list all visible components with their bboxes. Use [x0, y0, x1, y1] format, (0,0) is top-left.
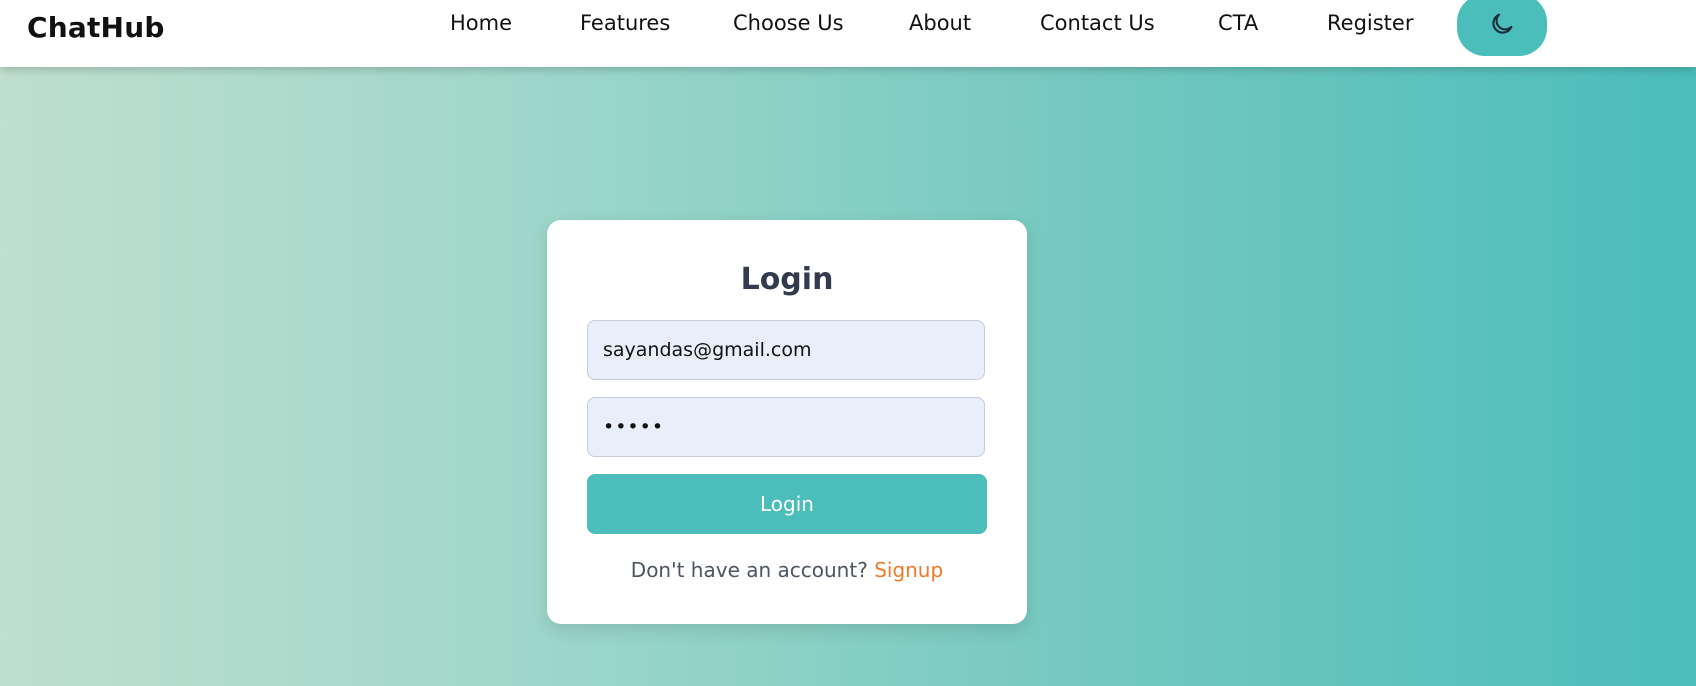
theme-toggle-button[interactable]	[1457, 0, 1547, 56]
nav-link-features[interactable]: Features	[580, 11, 670, 35]
login-card: Login Login Don't have an account? Signu…	[547, 220, 1027, 624]
moon-icon	[1492, 13, 1513, 34]
nav-link-choose-us[interactable]: Choose Us	[733, 11, 844, 35]
signup-prompt: Don't have an account?	[630, 558, 868, 582]
email-field[interactable]	[587, 320, 985, 380]
nav-link-home[interactable]: Home	[450, 11, 512, 35]
nav-link-cta[interactable]: CTA	[1218, 11, 1258, 35]
navbar: ChatHub Home Features Choose Us About Co…	[0, 0, 1696, 67]
signup-link[interactable]: Signup	[874, 558, 943, 582]
nav-link-about[interactable]: About	[909, 11, 971, 35]
login-title: Login	[740, 262, 834, 297]
signup-row: Don't have an account? Signup	[547, 558, 1027, 582]
login-button[interactable]: Login	[587, 474, 987, 534]
brand-logo[interactable]: ChatHub	[27, 11, 165, 44]
nav-link-contact-us[interactable]: Contact Us	[1040, 11, 1155, 35]
password-field[interactable]	[587, 397, 985, 457]
nav-link-register[interactable]: Register	[1327, 11, 1413, 35]
